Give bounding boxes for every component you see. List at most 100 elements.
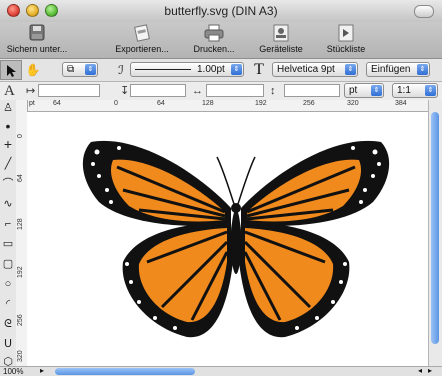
font-popup[interactable]: Helvetica 9pt ⇕ bbox=[272, 62, 358, 77]
scroll-right-icon[interactable]: ▸ bbox=[428, 366, 432, 375]
insert-mode-popup[interactable]: Einfügen ⇕ bbox=[366, 62, 430, 77]
bezier-tool[interactable]: ᑌ bbox=[1, 336, 15, 352]
polyline-icon: ⌐ bbox=[4, 218, 12, 230]
horizontal-scroll-thumb[interactable] bbox=[55, 368, 195, 375]
stroke-line-preview bbox=[135, 69, 191, 70]
horizontal-ruler: pt 64 0 64 128 192 256 320 384 bbox=[27, 100, 429, 112]
save-as-label: Sichern unter... bbox=[6, 44, 68, 54]
arrow-pointer-icon bbox=[7, 65, 16, 77]
height-icon: ↕ bbox=[270, 85, 276, 97]
right-forewing bbox=[241, 140, 390, 226]
hand-icon: ✋ bbox=[25, 63, 41, 77]
v-tick: 64 bbox=[17, 174, 24, 182]
h-tick: 64 bbox=[157, 100, 165, 107]
x-position-icon: ↦ bbox=[26, 85, 36, 97]
stamp-tool[interactable]: ♙ bbox=[1, 100, 15, 116]
h-tick: 192 bbox=[255, 100, 267, 107]
left-hindwing bbox=[122, 222, 233, 338]
save-as-button[interactable]: Sichern unter... bbox=[4, 24, 70, 54]
insert-stepper-icon: ⇕ bbox=[417, 64, 428, 75]
print-button[interactable]: Drucken... bbox=[186, 24, 242, 54]
tool-palette: ♙ • + ╱ ⌒ ∿ ⌐ ▭ ▢ ○ ◜ ᘓ ᑌ ⬡ bbox=[0, 100, 17, 368]
zoom-level[interactable]: 100% bbox=[3, 367, 23, 376]
unit-popup[interactable]: pt ⇕ bbox=[344, 83, 384, 98]
h-tick: 384 bbox=[395, 100, 407, 107]
width-icon: ↔ bbox=[192, 85, 203, 97]
app-window: butterfly.svg (DIN A3) Sichern unter... … bbox=[0, 0, 442, 376]
export-icon bbox=[134, 24, 150, 42]
scroll-left-icon[interactable]: ◂ bbox=[418, 366, 422, 375]
butterfly-drawing[interactable] bbox=[27, 112, 429, 366]
line-tool[interactable]: ╱ bbox=[1, 156, 15, 172]
ellipse-tool[interactable]: ○ bbox=[1, 276, 15, 292]
h-tick: 128 bbox=[202, 100, 214, 107]
parts-list-button[interactable]: Stückliste bbox=[318, 24, 374, 54]
rounded-rect-icon: ▢ bbox=[2, 258, 14, 270]
v-tick: 0 bbox=[17, 134, 24, 138]
rectangle-tool[interactable]: ▭ bbox=[1, 236, 15, 252]
h-tick: 320 bbox=[347, 100, 359, 107]
print-label: Drucken... bbox=[193, 44, 235, 54]
pen-icon: ℐ bbox=[118, 63, 124, 77]
arc-tool[interactable]: ⌒ bbox=[1, 176, 15, 192]
arc-segment-tool[interactable]: ◜ bbox=[1, 296, 15, 312]
line-icon: ╱ bbox=[4, 158, 12, 170]
bezier-icon: ᑌ bbox=[3, 338, 13, 350]
text-tool-icon: T bbox=[254, 61, 264, 78]
curve-icon: ∿ bbox=[3, 198, 13, 210]
dot-icon: • bbox=[5, 118, 11, 134]
vertical-scrollbar[interactable] bbox=[428, 100, 442, 366]
position-bar: A ↦ ↧ ↔ ↕ pt ⇕ 1:1 ⇕ bbox=[0, 82, 442, 101]
vertical-scroll-thumb[interactable] bbox=[431, 112, 439, 344]
ruler-unit-label: pt bbox=[29, 100, 35, 107]
unit-value: pt bbox=[349, 85, 358, 96]
point-tool[interactable]: • bbox=[1, 118, 15, 134]
parts-list-icon bbox=[338, 24, 354, 42]
x-position-field[interactable] bbox=[38, 84, 100, 97]
font-stepper-icon: ⇕ bbox=[345, 64, 356, 75]
scale-stepper-icon: ⇕ bbox=[425, 85, 436, 96]
scale-popup[interactable]: 1:1 ⇕ bbox=[392, 83, 438, 98]
export-label: Exportieren... bbox=[115, 44, 169, 54]
device-list-button[interactable]: Geräteliste bbox=[250, 24, 312, 54]
export-button[interactable]: Exportieren... bbox=[108, 24, 176, 54]
height-field[interactable] bbox=[284, 84, 340, 97]
h-tick: 256 bbox=[303, 100, 315, 107]
style-bar: ✋ ⧉ ⇕ ℐ 1.00pt ⇕ T Helvetica 9pt ⇕ Einfü… bbox=[0, 59, 442, 82]
device-list-icon bbox=[273, 24, 289, 42]
ellipse-icon: ○ bbox=[4, 278, 12, 290]
rounded-rect-tool[interactable]: ▢ bbox=[1, 256, 15, 272]
pen-tool[interactable]: ℐ bbox=[110, 60, 132, 80]
curve-tool[interactable]: ∿ bbox=[1, 196, 15, 212]
printer-icon bbox=[204, 24, 224, 42]
y-position-field[interactable] bbox=[130, 84, 186, 97]
v-tick: 320 bbox=[17, 350, 24, 362]
parts-list-label: Stückliste bbox=[326, 44, 366, 54]
title-bar: butterfly.svg (DIN A3) bbox=[0, 0, 442, 23]
arc-icon: ⌒ bbox=[2, 178, 14, 190]
freehand-tool[interactable]: ᘓ bbox=[1, 316, 15, 332]
h-tick: 0 bbox=[114, 100, 118, 107]
window-title: butterfly.svg (DIN A3) bbox=[164, 4, 278, 18]
width-field[interactable] bbox=[206, 84, 264, 97]
text-style-tool[interactable]: T bbox=[248, 60, 270, 80]
polyline-tool[interactable]: ⌐ bbox=[1, 216, 15, 232]
pointer-tool[interactable] bbox=[0, 60, 22, 80]
arrange-stepper-icon: ⇕ bbox=[85, 64, 96, 75]
unit-stepper-icon: ⇕ bbox=[371, 85, 382, 96]
crosshair-tool[interactable]: + bbox=[1, 136, 15, 152]
text-tool-button[interactable]: A bbox=[4, 83, 15, 99]
scale-value: 1:1 bbox=[397, 85, 411, 96]
hand-tool[interactable]: ✋ bbox=[22, 60, 44, 80]
arrange-popup[interactable]: ⧉ ⇕ bbox=[62, 62, 98, 77]
save-icon bbox=[29, 24, 45, 41]
rectangle-icon: ▭ bbox=[2, 238, 14, 250]
h-tick: 64 bbox=[53, 100, 61, 107]
zoom-menu-icon[interactable]: ▸ bbox=[40, 366, 44, 375]
toolbar-toggle-button[interactable] bbox=[414, 5, 434, 18]
stroke-width-value: 1.00pt bbox=[197, 64, 225, 75]
drawing-canvas[interactable] bbox=[27, 112, 429, 366]
crosshair-icon: + bbox=[3, 136, 13, 152]
stroke-width-popup[interactable]: 1.00pt ⇕ bbox=[130, 62, 244, 77]
main-toolbar: Sichern unter... Exportieren... Drucken.… bbox=[0, 22, 442, 59]
